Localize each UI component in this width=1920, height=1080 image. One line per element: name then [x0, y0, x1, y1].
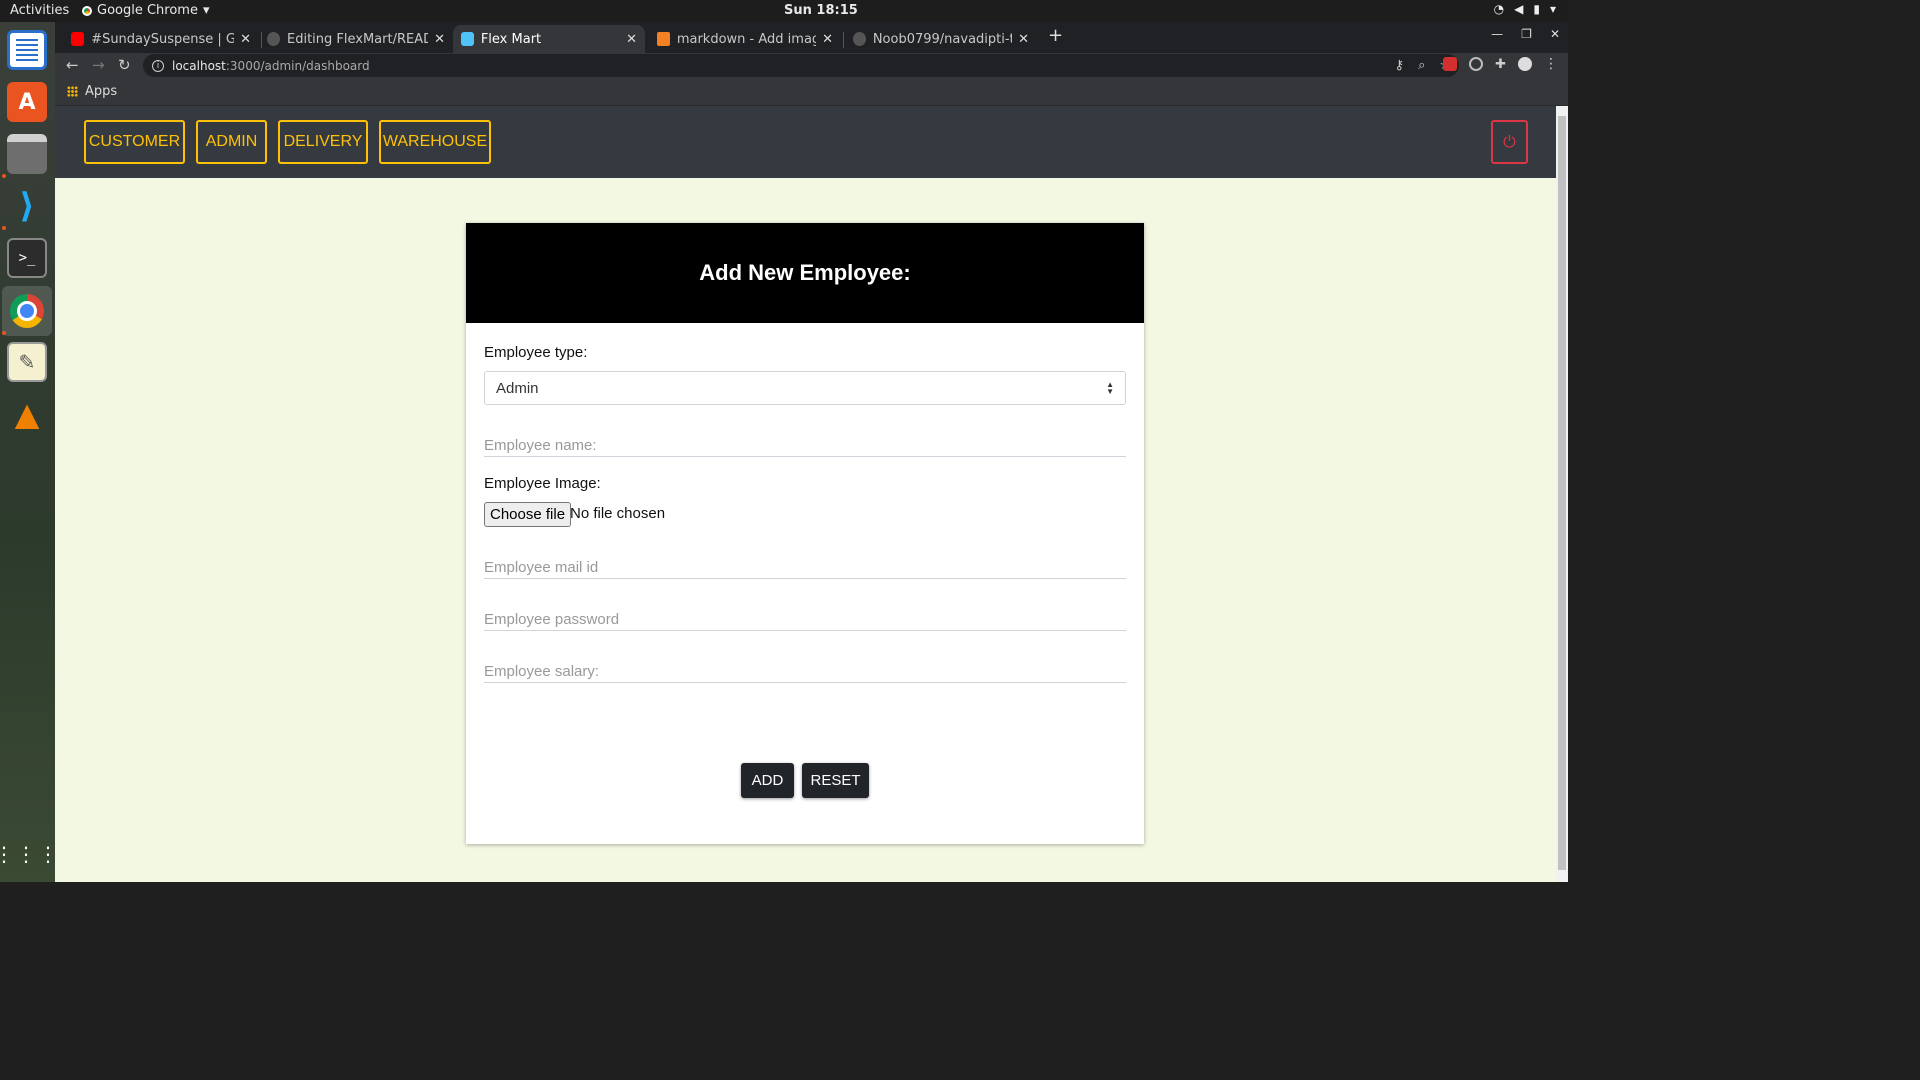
browser-tab[interactable]: Editing FlexMart/READMI ✕	[259, 25, 453, 53]
bookmarks-bar: Apps	[55, 78, 1568, 106]
app-menu[interactable]: Google Chrome ▾	[82, 3, 210, 18]
url-path: :3000/admin/dashboard	[225, 58, 370, 73]
employee-name-input[interactable]: Employee name:	[484, 429, 1126, 457]
apps-bookmark[interactable]: Apps	[67, 84, 117, 99]
close-icon[interactable]: ✕	[1018, 32, 1029, 47]
employee-type-label: Employee type:	[484, 344, 588, 361]
system-status-area[interactable]: ◔ ◀ ▮ ▾	[1494, 2, 1556, 16]
wifi-icon: ◔	[1493, 2, 1505, 16]
address-bar[interactable]: i localhost :3000/admin/dashboard ⚷ ⌕ ☆	[143, 54, 1459, 77]
power-icon: ⏻	[1503, 132, 1516, 151]
close-icon[interactable]: ✕	[434, 32, 445, 47]
reset-button[interactable]: RESET	[802, 763, 869, 798]
battery-icon: ▮	[1533, 2, 1540, 16]
power-button[interactable]: ⏻	[1491, 120, 1528, 164]
terminal-icon[interactable]: >_	[7, 238, 47, 278]
avatar[interactable]	[1518, 57, 1532, 71]
browser-toolbar: ← → ↻ i localhost :3000/admin/dashboard …	[55, 53, 1568, 78]
writer-icon[interactable]	[7, 30, 47, 70]
close-icon[interactable]: ✕	[626, 32, 637, 47]
customer-button[interactable]: CUSTOMER	[84, 120, 185, 164]
employee-password-input[interactable]: Employee password	[484, 603, 1126, 631]
show-apps-icon[interactable]: ⋮⋮⋮	[0, 834, 58, 874]
app-icon	[461, 32, 474, 46]
system-top-bar: Activities Google Chrome ▾ Sun 18:15 ◔ ◀…	[0, 0, 1568, 22]
app-menu-label: Google Chrome	[97, 3, 198, 18]
vlc-icon[interactable]: ▲	[7, 394, 47, 434]
url-host: localhost	[172, 58, 226, 73]
vscode-icon[interactable]: ⟩	[7, 186, 47, 226]
card-header: Add New Employee:	[466, 223, 1144, 323]
tab-title: Editing FlexMart/READMI	[287, 31, 428, 47]
key-icon[interactable]: ⚷	[1395, 58, 1405, 73]
add-employee-card: Add New Employee: Employee type: Admin ▲…	[466, 223, 1144, 844]
clock[interactable]: Sun 18:15	[784, 3, 858, 18]
employee-image-label: Employee Image:	[484, 475, 601, 492]
close-icon[interactable]: ✕	[240, 32, 251, 47]
app-navbar: CUSTOMER ADMIN DELIVERY WAREHOUSE ⏻	[55, 106, 1556, 178]
minimize-icon[interactable]: —	[1491, 27, 1503, 41]
employee-type-select[interactable]: Admin ▲ ▼	[484, 371, 1126, 405]
extension-icon[interactable]	[1443, 57, 1458, 71]
running-indicator	[2, 226, 6, 230]
tab-title: #SundaySuspense | Ganat	[91, 31, 235, 47]
chevron-down-icon: ▾	[1549, 2, 1556, 16]
activities-button[interactable]: Activities	[10, 3, 69, 18]
browser-tab[interactable]: Noob0799/navadipti-teac ✕	[845, 25, 1037, 53]
add-button[interactable]: ADD	[741, 763, 794, 798]
close-icon[interactable]: ✕	[822, 32, 833, 47]
tab-title: Flex Mart	[480, 31, 542, 47]
browser-tab[interactable]: markdown - Add images t ✕	[649, 25, 841, 53]
chevron-down-icon: ▾	[202, 3, 210, 18]
tab-title: markdown - Add images t	[676, 31, 817, 47]
back-icon[interactable]: ←	[66, 56, 79, 74]
menu-icon[interactable]: ⋮	[1544, 56, 1558, 72]
employee-mail-input[interactable]: Employee mail id	[484, 551, 1126, 579]
form-title: Add New Employee:	[699, 260, 911, 285]
github-icon	[853, 32, 866, 46]
zoom-icon[interactable]: ⌕	[1418, 58, 1425, 73]
apps-grid-icon	[67, 86, 78, 97]
chrome-icon[interactable]	[2, 286, 52, 336]
page-scrollbar[interactable]	[1556, 106, 1568, 882]
browser-tab-active[interactable]: Flex Mart ✕	[453, 25, 645, 53]
employee-type-value: Admin	[496, 379, 539, 397]
delivery-button[interactable]: DELIVERY	[278, 120, 368, 164]
dock: A ⟩ >_ ✎ ▲ ⋮⋮⋮	[0, 22, 58, 882]
apps-label: Apps	[85, 84, 118, 99]
tab-strip: #SundaySuspense | Ganat ✕ Editing FlexMa…	[55, 22, 1568, 53]
youtube-icon	[71, 32, 85, 46]
text-editor-icon[interactable]: ✎	[7, 342, 47, 382]
choose-file-button[interactable]: Choose file	[484, 502, 572, 527]
admin-button[interactable]: ADMIN	[196, 120, 267, 164]
chrome-icon	[82, 5, 92, 16]
running-indicator	[2, 331, 6, 335]
extensions-area: ✚ ⋮	[1443, 56, 1558, 72]
maximize-icon[interactable]: ❐	[1521, 27, 1532, 41]
stackoverflow-icon	[657, 32, 670, 46]
puzzle-icon[interactable]: ✚	[1495, 57, 1506, 72]
warehouse-button[interactable]: WAREHOUSE	[379, 120, 491, 164]
volume-icon: ◀	[1514, 2, 1524, 16]
reload-icon[interactable]: ↻	[118, 56, 131, 74]
software-store-icon[interactable]: A	[7, 82, 47, 122]
close-window-icon[interactable]: ✕	[1550, 27, 1560, 41]
github-icon	[267, 32, 280, 46]
select-caret-icon: ▲ ▼	[1106, 380, 1114, 396]
files-icon[interactable]	[7, 134, 47, 174]
file-status: No file chosen	[570, 505, 666, 522]
forward-icon[interactable]: →	[92, 56, 105, 74]
new-tab-button[interactable]: +	[1048, 25, 1063, 46]
running-indicator	[2, 174, 6, 178]
info-icon[interactable]: i	[152, 59, 164, 72]
extension-icon[interactable]	[1469, 57, 1484, 71]
tab-title: Noob0799/navadipti-teac	[872, 31, 1012, 47]
scrollbar-thumb[interactable]	[1558, 116, 1566, 870]
browser-tab[interactable]: #SundaySuspense | Ganat ✕	[63, 25, 259, 53]
window-controls: — ❐ ✕	[1491, 27, 1560, 41]
web-page: CUSTOMER ADMIN DELIVERY WAREHOUSE ⏻ Add …	[55, 106, 1556, 882]
employee-salary-input[interactable]: Employee salary:	[484, 655, 1126, 683]
